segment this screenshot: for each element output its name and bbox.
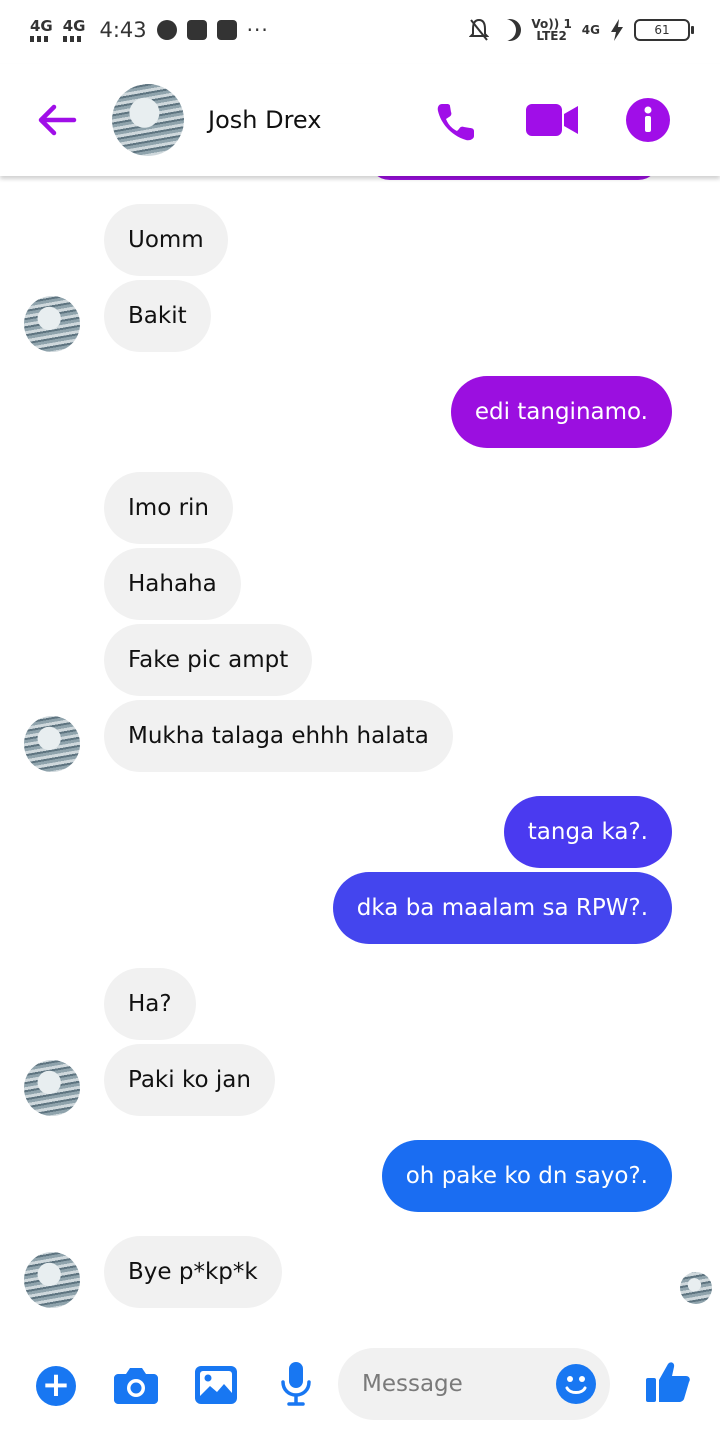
outgoing-message[interactable]: dka ba maalam sa RPW?. — [332, 872, 672, 944]
outgoing-message[interactable]: oh pake ko dn sayo?. — [381, 1140, 672, 1212]
emoji-icon[interactable] — [556, 1364, 596, 1404]
contact-avatar-small[interactable] — [24, 716, 80, 772]
incoming-message[interactable]: Ha? — [104, 968, 196, 1040]
plus-icon[interactable]: + — [36, 1366, 76, 1406]
phone-icon[interactable] — [432, 98, 480, 146]
messenger-notification-icon — [156, 20, 177, 40]
signal-1-icon: 4G — [30, 16, 53, 42]
contact-avatar[interactable] — [112, 84, 184, 156]
volte-indicator: Vo)) 1 LTE2 — [531, 18, 571, 42]
status-bar: 4G 4G 4:43 ··· Vo)) 1 LTE2 4G 61 — [0, 0, 720, 64]
message-list[interactable]: Uomm Bakit edi tanginamo. Imo rin Hahaha… — [0, 176, 720, 1330]
do-not-disturb-icon — [499, 19, 521, 41]
incoming-message[interactable]: Uomm — [104, 204, 228, 276]
contact-name[interactable]: Josh Drex — [208, 106, 321, 134]
charging-icon — [611, 19, 623, 41]
incoming-message[interactable]: Bakit — [104, 280, 211, 352]
clock: 4:43 — [99, 18, 147, 42]
contact-avatar-small[interactable] — [24, 296, 80, 352]
incoming-message[interactable]: Paki ko jan — [104, 1044, 275, 1116]
chat-header: Josh Drex — [0, 64, 720, 176]
incoming-message[interactable]: Imo rin — [104, 472, 233, 544]
incoming-message[interactable]: Mukha talaga ehhh halata — [104, 700, 453, 772]
incoming-message[interactable]: Hahaha — [104, 548, 241, 620]
microphone-icon[interactable] — [280, 1362, 312, 1406]
network-type-1: 4G — [30, 16, 53, 35]
thumbs-up-icon[interactable] — [646, 1360, 690, 1404]
message-composer: + — [0, 1330, 720, 1436]
more-notifications-icon: ··· — [246, 18, 269, 42]
outgoing-message[interactable]: edi tanginamo. — [450, 376, 672, 448]
back-arrow-icon[interactable] — [30, 94, 82, 146]
contact-avatar-small[interactable] — [24, 1060, 80, 1116]
network-type-2: 4G — [62, 16, 86, 35]
gallery-icon[interactable] — [195, 1366, 237, 1404]
seen-receipt-avatar — [680, 1272, 712, 1304]
network-type-3: 4G — [581, 23, 600, 37]
info-icon[interactable] — [626, 98, 670, 142]
incoming-message[interactable]: Fake pic ampt — [104, 624, 313, 696]
mute-icon — [469, 18, 490, 41]
incoming-message[interactable]: Bye p*kp*k — [104, 1236, 282, 1308]
camera-icon[interactable] — [114, 1366, 158, 1404]
signal-2-icon: 4G — [62, 16, 86, 42]
facebook-notification-icon — [216, 20, 237, 40]
contact-avatar-small[interactable] — [24, 1252, 80, 1308]
app-notification-icon — [186, 20, 207, 40]
video-camera-icon[interactable] — [526, 102, 578, 138]
battery-level: 61 — [634, 19, 694, 41]
outgoing-message[interactable]: tanga ka?. — [503, 796, 672, 868]
volte-line-2: LTE2 — [536, 29, 567, 43]
